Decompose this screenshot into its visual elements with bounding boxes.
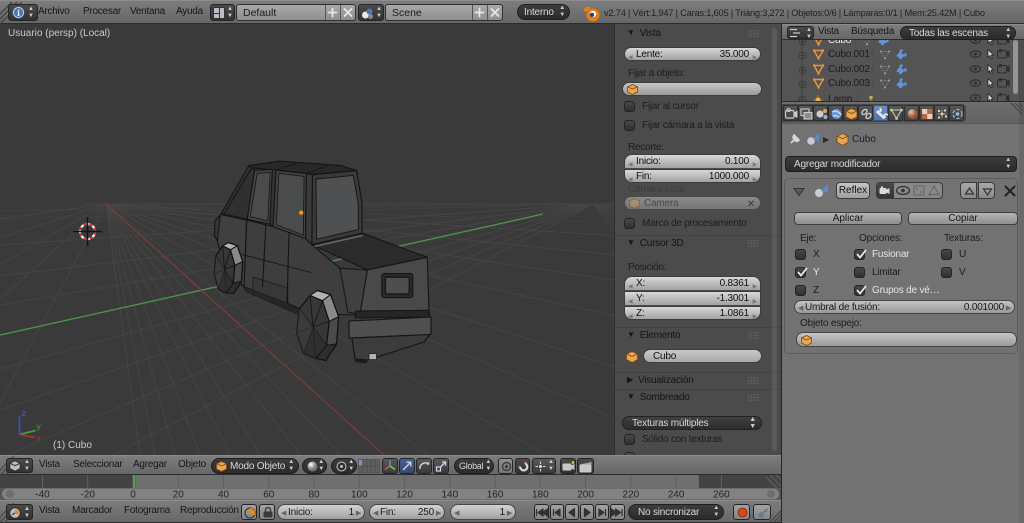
svg-text:60: 60 [263,490,275,501]
svg-text:20: 20 [173,490,185,501]
svg-text:220: 220 [623,490,640,501]
svg-text:140: 140 [441,490,458,501]
svg-text:0: 0 [130,490,136,501]
svg-text:-40: -40 [35,490,50,501]
svg-text:160: 160 [487,490,504,501]
svg-text:100: 100 [351,490,368,501]
svg-text:180: 180 [532,490,549,501]
svg-text:80: 80 [308,490,320,501]
svg-text:240: 240 [668,490,685,501]
svg-text:260: 260 [713,490,730,501]
svg-text:x: x [37,433,42,443]
svg-text:120: 120 [396,490,413,501]
svg-text:-20: -20 [80,490,95,501]
svg-text:40: 40 [218,490,230,501]
svg-text:z: z [22,408,26,418]
svg-text:200: 200 [577,490,594,501]
svg-text:y: y [37,421,42,431]
